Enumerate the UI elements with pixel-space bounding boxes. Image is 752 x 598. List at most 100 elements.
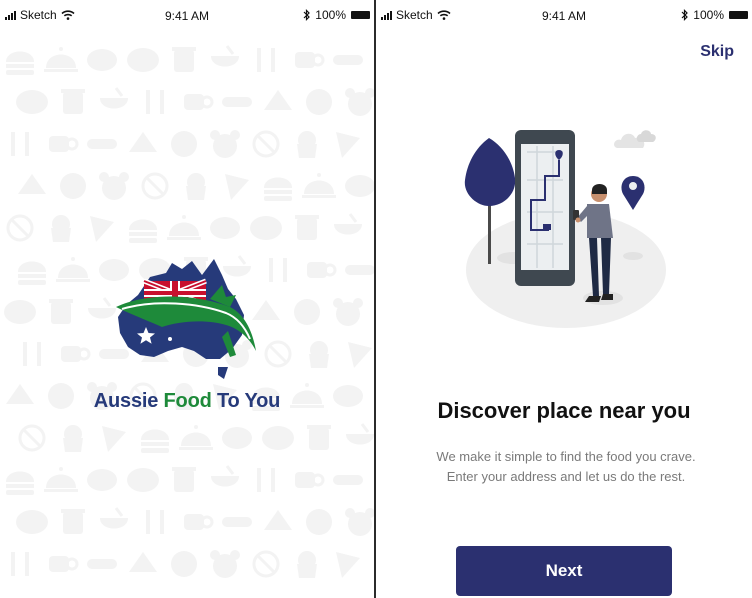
no-food-icon (264, 340, 292, 368)
bowl-icon (334, 213, 362, 235)
burger-icon (18, 261, 46, 285)
drink-icon (61, 509, 85, 534)
no-food-icon (18, 424, 46, 452)
burger-icon (141, 429, 169, 453)
donut-icon (294, 299, 320, 325)
coffee-icon (61, 346, 91, 362)
pizza-slice-icon (102, 426, 126, 452)
status-bar: Sketch 9:41 AM 100% (0, 0, 374, 28)
cake-icon (18, 174, 46, 194)
brand-name: Aussie Food To You (0, 390, 374, 413)
cupcake-icon (309, 341, 329, 368)
no-food-icon (252, 130, 280, 158)
no-food-icon (252, 550, 280, 578)
cutlery-icon (257, 468, 275, 492)
burger-icon (6, 471, 34, 495)
battery-icon (729, 11, 748, 19)
coffee-icon (184, 514, 214, 530)
hotdog-icon (333, 475, 363, 485)
cake-icon (264, 90, 292, 110)
cutlery-icon (11, 132, 29, 156)
bowl-icon (100, 87, 128, 109)
steak-icon (222, 427, 252, 449)
hotdog-icon (222, 517, 252, 527)
cloche-icon (167, 215, 201, 240)
battery-percent: 100% (693, 8, 724, 22)
coffee-icon (49, 136, 79, 152)
pizza-icon (127, 48, 159, 72)
drink-icon (295, 215, 319, 240)
onboarding-description: We make it simple to find the food you c… (436, 449, 696, 484)
cloche-icon (179, 425, 213, 450)
cutlery-icon (23, 342, 41, 366)
coffee-icon (307, 262, 337, 278)
onboarding-title: Discover place near you (437, 398, 691, 423)
pizza-icon (16, 510, 48, 534)
cupcake-icon (51, 215, 71, 242)
pizza-icon (250, 216, 282, 240)
pizza-slice-icon (90, 216, 114, 242)
donut-icon (306, 89, 332, 115)
coffee-icon (295, 472, 325, 488)
cloche-icon (44, 47, 78, 72)
battery-icon (351, 11, 370, 19)
burger-icon (264, 177, 292, 201)
panda-icon (210, 130, 240, 158)
pizza-icon (4, 300, 36, 324)
panda-icon (99, 172, 129, 200)
pizza-slice-icon (336, 552, 360, 578)
bowl-icon (211, 45, 239, 67)
no-food-icon (6, 214, 34, 242)
pizza-icon (262, 426, 294, 450)
bluetooth-icon (681, 9, 689, 21)
battery-percent: 100% (315, 8, 346, 22)
drink-icon (61, 89, 85, 114)
drink-icon (172, 467, 196, 492)
brand-word-aussie: Aussie (93, 390, 159, 412)
panda-icon (345, 88, 374, 116)
coffee-icon (295, 52, 325, 68)
steak-icon (87, 469, 117, 491)
panda-icon (345, 508, 374, 536)
hotdog-icon (333, 55, 363, 65)
cutlery-icon (257, 48, 275, 72)
bluetooth-icon (303, 9, 311, 21)
skip-button[interactable]: Skip (700, 43, 734, 61)
bowl-icon (346, 423, 374, 445)
onboarding-screen: Sketch 9:41 AM 100% Skip Discover place … (376, 0, 752, 598)
hotdog-icon (222, 97, 252, 107)
pizza-icon (16, 90, 48, 114)
status-right: 100% (303, 8, 370, 22)
map-discovery-illustration (464, 130, 666, 328)
no-food-icon (141, 172, 169, 200)
cloche-icon (302, 173, 336, 198)
donut-icon (171, 551, 197, 577)
donut-icon (171, 131, 197, 157)
cupcake-icon (297, 551, 317, 578)
cake-icon (129, 552, 157, 572)
hotdog-icon (87, 559, 117, 569)
next-button[interactable]: Next (456, 546, 672, 596)
cutlery-icon (146, 510, 164, 534)
cupcake-icon (297, 131, 317, 158)
cloche-icon (56, 257, 90, 282)
burger-icon (129, 219, 157, 243)
steak-icon (87, 49, 117, 71)
coffee-icon (49, 556, 79, 572)
pizza-slice-icon (225, 174, 249, 200)
panda-icon (333, 298, 363, 326)
pizza-icon (127, 468, 159, 492)
drink-icon (307, 425, 331, 450)
cutlery-icon (11, 552, 29, 576)
brand-word-to-you: To You (216, 390, 281, 412)
drink-icon (49, 299, 73, 324)
pizza-slice-icon (336, 132, 360, 158)
splash-screen: Sketch 9:41 AM 100% Aussie Food To You (0, 0, 374, 598)
donut-icon (306, 509, 332, 535)
bowl-icon (211, 465, 239, 487)
donut-icon (60, 173, 86, 199)
cake-icon (264, 510, 292, 530)
panda-icon (210, 550, 240, 578)
coffee-icon (184, 94, 214, 110)
cake-icon (129, 132, 157, 152)
